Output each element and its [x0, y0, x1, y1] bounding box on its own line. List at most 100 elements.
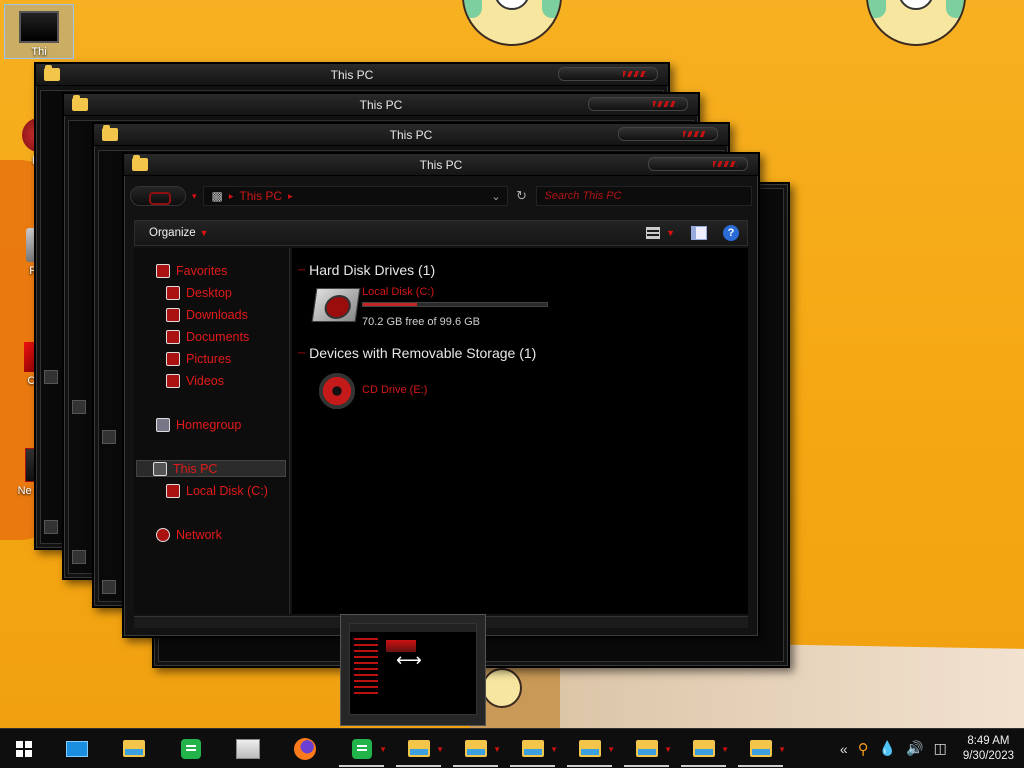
water-drop-icon[interactable]: 💧	[879, 740, 896, 757]
breadcrumb-arrow-icon[interactable]: ▸	[288, 191, 293, 202]
taskbar-explorer-3[interactable]: ▼	[504, 729, 561, 768]
desktop-icon-this-pc[interactable]: Thi	[4, 4, 74, 59]
group-header-hdd[interactable]: ─ Hard Disk Drives (1)	[298, 262, 435, 278]
breadcrumb-this-pc[interactable]: This PC	[239, 189, 282, 203]
taskbar-explorer-7[interactable]: ▼	[732, 729, 789, 768]
change-view-icon[interactable]	[646, 227, 661, 239]
wallpaper-character-2	[866, 0, 966, 46]
network-icon	[156, 528, 170, 542]
nav-item-label: Favorites	[176, 264, 228, 278]
nav-item-label: Network	[176, 528, 222, 542]
view-options-dropdown[interactable]: ▼	[666, 228, 675, 238]
breadcrumb-arrow-icon[interactable]: ▸	[229, 191, 234, 202]
taskbar-thumbnail-preview[interactable]	[340, 614, 486, 726]
window-titlebar[interactable]: This PC	[94, 124, 728, 146]
clock[interactable]: 8:49 AM 9/30/2023	[963, 734, 1014, 764]
folder-icon	[44, 65, 60, 81]
preview-pane-icon[interactable]	[691, 226, 707, 240]
folder-icon	[102, 125, 118, 141]
nav-item-favorites[interactable]: Favorites	[156, 264, 227, 278]
search-icon[interactable]: ⚲	[858, 740, 869, 758]
volume-icon[interactable]: 🔊	[906, 740, 923, 757]
nav-item-label: This PC	[173, 461, 218, 476]
taskbar-explorer-1[interactable]: ▼	[390, 729, 447, 768]
taskbar-explorer-2[interactable]: ▼	[447, 729, 504, 768]
wallpaper-character-3	[482, 668, 522, 708]
computer-icon: ▩	[211, 189, 223, 203]
nav-item-label: Pictures	[186, 352, 232, 366]
group-header-removable[interactable]: ─ Devices with Removable Storage (1)	[298, 345, 536, 361]
nav-item-downloads[interactable]: Downloads	[166, 308, 248, 322]
chevron-down-icon[interactable]: ▼	[200, 228, 209, 238]
download-icon	[166, 308, 180, 322]
history-dropdown[interactable]: ▾	[192, 191, 197, 202]
start-button[interactable]	[0, 729, 48, 768]
drive-c-name[interactable]: Local Disk (C:)	[362, 286, 434, 298]
search-placeholder: Search This PC	[544, 190, 622, 202]
show-hidden-icons-icon[interactable]: «	[840, 741, 848, 757]
taskbar-firefox[interactable]	[276, 729, 333, 768]
group-header-label: Hard Disk Drives (1)	[309, 262, 436, 278]
folder-icon	[521, 740, 544, 757]
window-controls[interactable]	[618, 127, 718, 141]
nav-item-pictures[interactable]: Pictures	[166, 352, 231, 366]
taskbar-app-green-2[interactable]: ▼	[333, 729, 390, 768]
organize-button[interactable]: Organize	[149, 227, 196, 239]
help-icon[interactable]: ?	[723, 225, 739, 241]
taskbar-explorer-4[interactable]: ▼	[561, 729, 618, 768]
back-forward-buttons[interactable]	[130, 186, 186, 206]
window-titlebar[interactable]: This PC	[36, 64, 668, 86]
folder-icon	[407, 740, 430, 757]
taskbar-task-view[interactable]	[48, 729, 105, 768]
drive-e-name[interactable]: CD Drive (E:)	[362, 384, 427, 396]
nav-item-label: Documents	[186, 330, 250, 344]
window-title: This PC	[389, 128, 433, 142]
taskbar-explorer-6[interactable]: ▼	[675, 729, 732, 768]
window-titlebar[interactable]: This PC	[124, 154, 758, 176]
desktop-icon-label: Thi	[31, 46, 47, 58]
content-pane: ─ Hard Disk Drives (1) Local Disk (C:) 7…	[292, 248, 748, 614]
collapse-icon[interactable]: ─	[298, 265, 305, 276]
computer-icon	[153, 461, 167, 476]
task-view-icon	[65, 740, 88, 757]
command-bar: Organize ▼ ▼ ?	[134, 220, 748, 246]
window-controls[interactable]	[558, 67, 658, 81]
folder-icon	[635, 740, 658, 757]
address-dropdown-icon[interactable]: ⌄	[491, 190, 500, 203]
cd-drive-icon[interactable]	[318, 372, 356, 410]
drive-c-usage-fill	[363, 303, 418, 306]
taskbar-explorer-5[interactable]: ▼	[618, 729, 675, 768]
refresh-icon[interactable]: ↻	[514, 188, 530, 204]
folder-icon	[132, 155, 148, 171]
hard-drive-icon[interactable]	[311, 288, 361, 322]
address-bar-row: ▾ ▩ ▸ This PC ▸ ⌄ ↻ Search This PC	[130, 182, 752, 210]
nav-item-local-disk[interactable]: Local Disk (C:)	[166, 484, 268, 498]
explorer-window[interactable]: This PC ▾ ▩ ▸ This PC ▸ ⌄ ↻ Search This …	[122, 152, 760, 638]
network-status-icon[interactable]: ◫	[934, 740, 947, 757]
clock-time: 8:49 AM	[967, 734, 1010, 747]
search-input[interactable]: Search This PC	[535, 186, 752, 206]
window-title: This PC	[419, 158, 463, 172]
nav-item-network[interactable]: Network	[156, 528, 222, 542]
clock-date: 9/30/2023	[962, 749, 1014, 762]
monitor-icon	[19, 11, 59, 43]
window-titlebar[interactable]: This PC	[64, 94, 698, 116]
nav-item-this-pc[interactable]: This PC	[136, 460, 286, 477]
taskbar-file-cabinet[interactable]	[219, 729, 276, 768]
folder-icon	[578, 740, 601, 757]
nav-item-homegroup[interactable]: Homegroup	[156, 418, 241, 432]
firefox-icon	[293, 737, 316, 760]
nav-item-label: Local Disk (C:)	[186, 484, 268, 498]
collapse-icon[interactable]: ─	[298, 348, 305, 359]
nav-item-videos[interactable]: Videos	[166, 374, 224, 388]
drive-c-usage-bar	[362, 302, 548, 307]
nav-item-label: Desktop	[186, 286, 232, 300]
window-controls[interactable]	[588, 97, 688, 111]
address-bar[interactable]: ▩ ▸ This PC ▸ ⌄	[202, 186, 508, 206]
taskbar-file-explorer[interactable]	[105, 729, 162, 768]
nav-item-desktop[interactable]: Desktop	[166, 286, 232, 300]
window-controls[interactable]	[648, 157, 748, 171]
documents-icon	[166, 330, 180, 344]
taskbar-app-green[interactable]	[162, 729, 219, 768]
nav-item-documents[interactable]: Documents	[166, 330, 249, 344]
